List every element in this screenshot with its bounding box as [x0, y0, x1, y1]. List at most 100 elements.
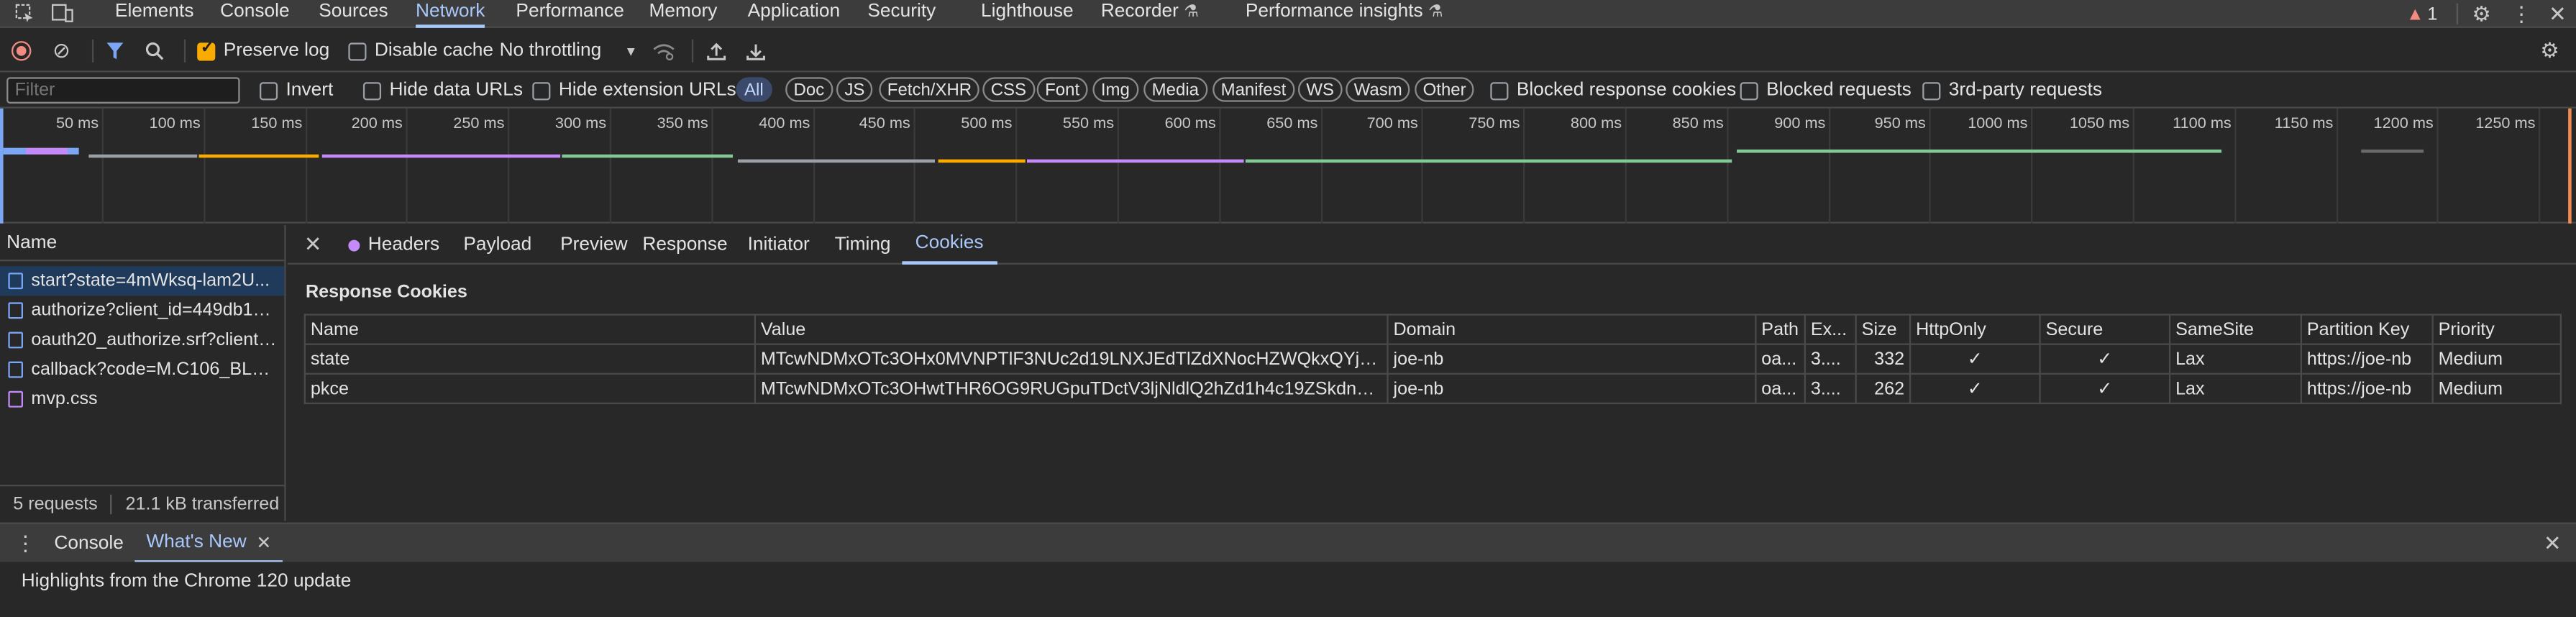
column-header[interactable]: Name: [303, 314, 757, 345]
search-button[interactable]: [145, 29, 164, 72]
column-header[interactable]: SameSite: [2168, 314, 2303, 345]
inspect-element-icon[interactable]: [6, 4, 42, 23]
chip-wasm[interactable]: Wasm: [1346, 77, 1411, 102]
column-header[interactable]: Value: [754, 314, 1389, 345]
column-header[interactable]: HttpOnly: [1909, 314, 2041, 345]
disable-cache-checkbox[interactable]: Disable cache: [348, 29, 493, 72]
chip-other[interactable]: Other: [1415, 77, 1475, 102]
tab-initiator[interactable]: Initiator: [748, 225, 810, 265]
column-header-name[interactable]: Name: [0, 225, 285, 262]
tab-payload[interactable]: Payload: [463, 225, 531, 265]
tab-application[interactable]: Application: [748, 0, 841, 28]
chip-font[interactable]: Font: [1036, 77, 1088, 102]
tab-network[interactable]: Network: [416, 0, 485, 28]
drawer-tab-whats-new[interactable]: What's New ✕: [134, 524, 283, 564]
close-details-button[interactable]: ✕: [304, 225, 322, 265]
tab-sources[interactable]: Sources: [319, 0, 388, 28]
export-har-button[interactable]: [746, 29, 765, 72]
third-party-requests-label: 3rd-party requests: [1948, 80, 2103, 101]
issues-indicator[interactable]: ▲ 1: [2406, 4, 2437, 24]
column-header[interactable]: Size: [1855, 314, 1912, 345]
timeline-tick-label: 300 ms: [554, 114, 607, 134]
tab-performance-insights[interactable]: Performance insights ⚗: [1246, 0, 1443, 28]
timeline-bar: [88, 154, 198, 158]
blocked-requests-checkbox[interactable]: Blocked requests: [1740, 73, 1912, 109]
request-row[interactable]: mvp.css: [0, 385, 284, 414]
column-header[interactable]: Ex...: [1804, 314, 1857, 345]
chip-css[interactable]: CSS: [982, 77, 1035, 102]
chip-doc[interactable]: Doc: [785, 77, 833, 102]
tab-elements[interactable]: Elements: [115, 0, 194, 28]
close-drawer-button[interactable]: ✕: [2544, 524, 2562, 564]
tab-response[interactable]: Response: [642, 225, 727, 265]
hide-extension-urls-checkbox[interactable]: Hide extension URLs: [532, 73, 736, 109]
flask-icon: ⚗: [1428, 3, 1443, 22]
blocked-response-cookies-checkbox[interactable]: Blocked response cookies: [1490, 73, 1736, 109]
column-header[interactable]: Priority: [2431, 314, 2562, 345]
timeline-selection-handle[interactable]: [2568, 108, 2576, 224]
transferred-size: 21.1 kB transferred: [125, 493, 280, 513]
request-row[interactable]: authorize?client_id=449db15...: [0, 296, 284, 325]
timeline-tick-label: 850 ms: [1672, 114, 1724, 134]
tab-timing[interactable]: Timing: [835, 225, 891, 265]
blocked-response-cookies-label: Blocked response cookies: [1516, 80, 1737, 101]
record-button[interactable]: [11, 29, 32, 72]
cookie-secure: ✓: [2039, 373, 2171, 405]
checkbox-unchecked: [259, 81, 278, 100]
settings-gear-icon[interactable]: ⚙: [2472, 1, 2491, 27]
tab-console[interactable]: Console: [220, 0, 289, 28]
filter-input[interactable]: [6, 77, 240, 104]
tab-performance[interactable]: Performance: [516, 0, 624, 28]
chip-manifest[interactable]: Manifest: [1212, 77, 1294, 102]
chip-fetch-xhr[interactable]: Fetch/XHR: [879, 77, 980, 102]
clear-button[interactable]: ⊘: [52, 29, 70, 72]
tab-recorder[interactable]: Recorder ⚗: [1101, 0, 1199, 28]
request-row[interactable]: start?state=4mWksq-lam2U...: [0, 266, 285, 296]
filter-toggle-button[interactable]: [105, 29, 124, 72]
chip-img[interactable]: Img: [1092, 77, 1138, 102]
dropdown-arrow-icon: ▼: [624, 43, 638, 59]
chip-js[interactable]: JS: [836, 77, 873, 102]
drawer-tab-console[interactable]: Console: [54, 524, 123, 564]
tab-security[interactable]: Security: [867, 0, 936, 28]
drawer-menu-button[interactable]: ⋮: [15, 524, 37, 564]
column-header[interactable]: Domain: [1387, 314, 1757, 345]
timeline-bar: [321, 154, 561, 158]
import-har-button[interactable]: [706, 29, 726, 72]
chip-ws[interactable]: WS: [1297, 77, 1343, 102]
request-row[interactable]: callback?code=M.C106_BL2....: [0, 355, 284, 385]
divider: [183, 39, 186, 63]
more-options-icon[interactable]: ⋮: [2511, 1, 2532, 27]
network-overview-timeline[interactable]: 50 ms 100 ms 150 ms 200 ms 250 ms 300 ms 350 m…: [0, 108, 2576, 224]
throttling-select[interactable]: No throttling ▼: [500, 29, 638, 72]
network-settings-button[interactable]: ⚙: [2540, 29, 2559, 72]
column-header[interactable]: Partition Key: [2300, 314, 2434, 345]
timeline-bar: [737, 159, 936, 163]
device-toolbar-icon[interactable]: [45, 4, 81, 23]
timeline-tick-label: 950 ms: [1874, 114, 1926, 134]
close-devtools-icon[interactable]: ✕: [2549, 1, 2567, 27]
tab-memory[interactable]: Memory: [649, 0, 717, 28]
network-conditions-button[interactable]: [652, 29, 675, 72]
close-icon: ✕: [303, 232, 322, 257]
cookie-samesite: Lax: [2168, 343, 2303, 375]
table-row[interactable]: pkce MTcwNDMxOTc3OHwtTHR6OG9RUGpuTDctV3l…: [303, 373, 2562, 405]
tab-preview[interactable]: Preview: [560, 225, 627, 265]
column-header[interactable]: Secure: [2039, 314, 2171, 345]
close-tab-icon[interactable]: ✕: [256, 531, 271, 552]
hide-data-urls-checkbox[interactable]: Hide data URLs: [362, 73, 523, 109]
checkbox-checked: [197, 39, 216, 60]
cookie-path: oa...: [1755, 373, 1806, 405]
tab-cookies[interactable]: Cookies: [902, 225, 997, 265]
chip-media[interactable]: Media: [1143, 77, 1207, 102]
preserve-log-checkbox[interactable]: Preserve log: [197, 29, 329, 72]
column-header[interactable]: Path: [1755, 314, 1806, 345]
third-party-requests-checkbox[interactable]: 3rd-party requests: [1922, 73, 2102, 109]
divider: [2457, 3, 2459, 25]
table-row[interactable]: state MTcwNDMxOTc3OHx0MVNPTlF3NUc2d19LNX…: [303, 343, 2562, 375]
invert-checkbox[interactable]: Invert: [259, 73, 333, 109]
tab-headers[interactable]: Headers: [348, 225, 439, 265]
request-row[interactable]: oauth20_authorize.srf?client_...: [0, 325, 284, 355]
chip-all[interactable]: All: [736, 77, 772, 102]
tab-lighthouse[interactable]: Lighthouse: [981, 0, 1074, 28]
